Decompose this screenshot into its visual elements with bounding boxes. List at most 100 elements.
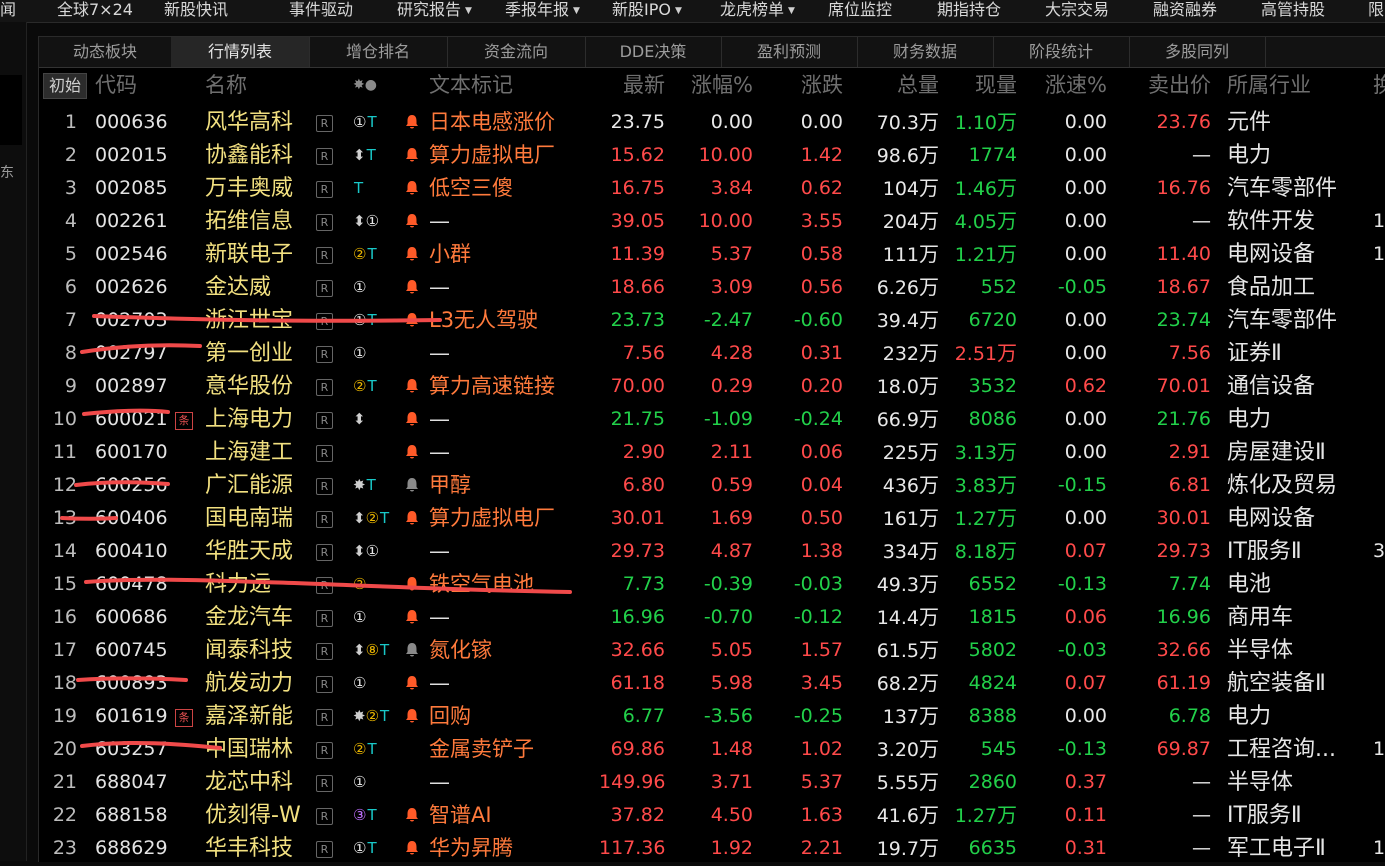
stock-code: 601619 [95,705,168,727]
latest-price: 7.73 [622,573,665,595]
col-text-mark[interactable]: 文本标记 [429,70,513,100]
table-row[interactable]: 5 002546 新联电子 R ②T 小群 11.39 5.37 0.58 111万 1.21万 0.… [39,238,1385,271]
tab-item[interactable]: 多股同列 [1129,37,1266,67]
r-badge: R [316,610,333,627]
table-row[interactable]: 14 600410 华胜天成 R ⬍① —29.73 4.87 1.38 334万 8.18万 0.… [39,535,1385,568]
table-row[interactable]: 19 601619 嘉泽新能条 R ✸②T 回购 6.77 -3.56 -0.25 137万 838… [39,700,1385,733]
bell-icon [405,436,419,469]
table-row[interactable]: 15 600478 科力远 R ② 铁空气电池 7.73 -0.39 -0.03 49.3万 655… [39,568,1385,601]
current-volume: 8.18万 [939,535,1017,568]
table-row[interactable]: 20 603257 中国瑞林 R ②T 金属卖铲子 69.86 1.48 1.02 3.20万 54… [39,733,1385,766]
table-row[interactable]: 23 688629 华丰科技 R ①T 华为昇腾 117.36 1.92 2.21 19.7万 66… [39,832,1385,865]
stock-name: 风华高科 [205,110,294,135]
col-flags[interactable]: ✸● [353,70,377,100]
change-pct: 0.29 [710,375,753,397]
col-vol[interactable]: 总量 [869,70,939,100]
table-row[interactable]: 10 600021 上海电力条 R ⬍ — 21.75 -1.09 -0.24 66.9万 8086… [39,403,1385,436]
latest-price: 70.00 [610,375,665,397]
col-cur[interactable]: 现量 [949,70,1017,100]
circle-number-icon: ② [353,575,367,593]
top-menu-item[interactable]: 融资融券 [1153,0,1217,22]
top-menu-item[interactable]: 闻 [0,0,16,22]
t-icon: T [366,146,376,164]
top-menu-item[interactable]: 研究报告 ▼ [397,0,472,22]
row-index: 3 [64,177,77,199]
tab-item[interactable]: DDE决策 [585,37,722,67]
tab-item[interactable]: 盈利预测 [721,37,858,67]
table-row[interactable]: 3 002085 万丰奥威 R T 低空三傻 16.75 3.84 0.62 104万 1.46万 0… [39,172,1385,205]
tab-item[interactable]: 资金流向 [447,37,586,67]
top-menu-item[interactable]: 期指持仓 [937,0,1001,22]
cur-value: 1.10 [954,112,997,134]
industry: 电力 [1227,704,1272,729]
col-chg[interactable]: 涨跌 [779,70,843,100]
col-industry[interactable]: 所属行业 [1227,70,1311,100]
top-menu-item[interactable]: 新股IPO ▼ [612,0,682,22]
top-menu-item[interactable]: 季报年报 ▼ [505,0,580,22]
sidebar-selected-block[interactable] [0,75,22,145]
table-row[interactable]: 21 688047 龙芯中科 R ① — 149.96 3.71 5.37 5.55万 2860 0.… [39,766,1385,799]
dropdown-arrow-icon[interactable]: ▼ [788,6,795,16]
top-menu-item[interactable]: 高管持股 [1261,0,1325,22]
table-row[interactable]: 8 002797 第一创业 R ① —7.56 4.28 0.31 232万 2.51万 0.00 7… [39,337,1385,370]
top-menu-item[interactable]: 新股快讯 [164,0,228,22]
ask-price: 32.66 [1156,639,1211,661]
col-code[interactable]: 代码 [95,70,137,100]
table-row[interactable]: 11 600170 上海建工 R —2.90 2.11 0.06 225万 3.13万 0.00 2… [39,436,1385,469]
top-menu-item[interactable]: 大宗交易 [1045,0,1109,22]
col-pct[interactable]: 涨幅% [669,70,753,100]
r-badge: R [316,445,333,462]
table-row[interactable]: 17 600745 闻泰科技 R ⬍⑧T 氮化镓 32.66 5.05 1.57 61.5万 580… [39,634,1385,667]
table-row[interactable]: 6 002626 金达威 R ① — 18.66 3.09 0.56 6.26万 552 -0.05 1… [39,271,1385,304]
top-menu-item[interactable]: 限 [1368,0,1384,22]
tab-item[interactable]: 财务数据 [857,37,994,67]
industry: IT服务Ⅱ [1227,539,1302,564]
table-row[interactable]: 1 000636 风华高科 R ①T 日本电感涨价 23.75 0.00 0.00 70.3万 1.… [39,106,1385,139]
table-row[interactable]: 7 002703 浙江世宝 R ①T L3无人驾驶 23.73 -2.47 -0.60 39.4万… [39,304,1385,337]
bell-icon [405,832,419,865]
top-menu-item[interactable]: 事件驱动 [289,0,353,22]
cur-unit: 万 [997,242,1017,266]
tab-item[interactable]: 阶段统计 [993,37,1130,67]
change-speed: 0.00 [1064,441,1107,463]
col-latest[interactable]: 最新 [599,70,665,100]
stock-name: 科力远 [205,572,272,597]
table-row[interactable]: 4 002261 拓维信息 R ⬍① —39.05 10.00 3.55 204万 4.05万 0.… [39,205,1385,238]
total-volume: 39.4万 [859,304,939,337]
volume-value: 111 [882,244,919,266]
col-ask[interactable]: 卖出价 [1129,70,1211,100]
volume-value: 68.2 [876,673,919,695]
change-pct: 0.59 [710,474,753,496]
top-menu-item[interactable]: 龙虎榜单 ▼ [720,0,795,22]
table-row[interactable]: 22 688158 优刻得-W R ③T 智谱AI 37.82 4.50 1.63 41.6万 1.… [39,799,1385,832]
init-button[interactable]: 初始 [43,73,87,99]
dropdown-arrow-icon[interactable]: ▼ [573,6,580,16]
change-amt: -0.24 [793,408,843,430]
top-menu-item[interactable]: 席位监控 [828,0,892,22]
flag-icons: ①T [353,304,377,337]
bell-icon [405,667,419,700]
industry: 航空装备Ⅱ [1227,671,1326,696]
change-speed: -0.05 [1057,276,1107,298]
flag-icons: ⬍ [353,403,366,436]
table-row[interactable]: 2 002015 协鑫能科 R ⬍T 算力虚拟电厂 15.62 10.00 1.42 98.6万 1… [39,139,1385,172]
table-row[interactable]: 13 600406 国电南瑞 R ⬍②T 算力虚拟电厂 30.01 1.69 0.50 161万 1… [39,502,1385,535]
table-row[interactable]: 12 600256 广汇能源 R ✸T 甲醇 6.80 0.59 0.04 436万 3.83万 -0… [39,469,1385,502]
r-badge: R [316,280,333,297]
tab-item[interactable]: 动态板块 [39,37,172,67]
col-name[interactable]: 名称 [205,70,247,100]
table-row[interactable]: 16 600686 金龙汽车 R ① — 16.96 -0.70 -0.12 14.4万 1815 0… [39,601,1385,634]
t-icon: T [380,707,390,725]
col-extra[interactable]: 换 [1373,70,1385,100]
table-row[interactable]: 18 600893 航发动力 R ① — 61.18 5.98 3.45 68.2万 4824 0.0… [39,667,1385,700]
dropdown-arrow-icon[interactable]: ▼ [465,6,472,16]
dropdown-arrow-icon[interactable]: ▼ [675,6,682,16]
top-menu-item[interactable]: 全球7×24 [57,0,133,22]
tab-item[interactable]: 增仓排名 [309,37,448,67]
table-row[interactable]: 9 002897 意华股份 R ②T 算力高速链接 70.00 0.29 0.20 18.0万 35… [39,370,1385,403]
total-volume: 68.2万 [859,667,939,700]
tab-item[interactable]: 行情列表 [171,37,310,67]
col-speed[interactable]: 涨速% [1029,70,1107,100]
total-volume: 204万 [859,205,939,238]
sidebar-label: 东 [0,165,14,181]
